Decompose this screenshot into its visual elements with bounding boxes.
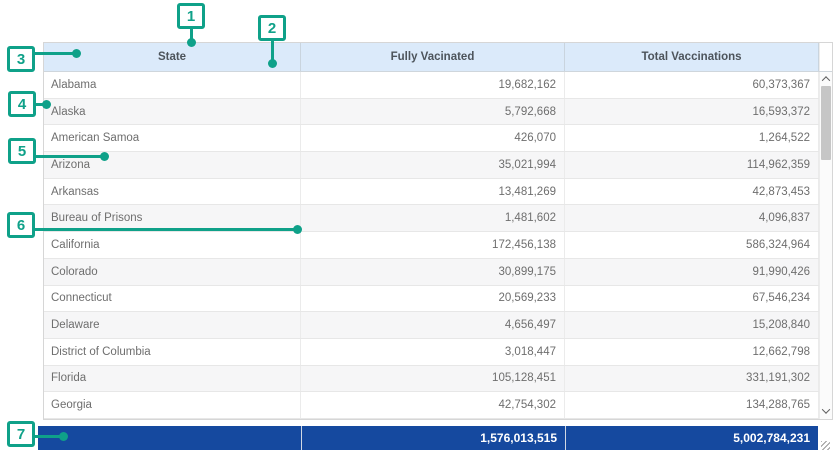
callout-number-badge: 3 (7, 46, 35, 72)
table-row[interactable]: Alabama 19,682,162 60,373,367 (44, 72, 819, 99)
header-scrollbar-spacer (819, 43, 832, 71)
summary-row: 1,576,013,515 5,002,784,231 (38, 426, 818, 450)
cell-total-vaccinations: 1,264,522 (565, 125, 819, 151)
cell-total-vaccinations: 4,096,837 (565, 205, 819, 231)
table-row[interactable]: Georgia 42,754,302 134,288,765 (44, 392, 819, 419)
table-row[interactable]: Alaska 5,792,668 16,593,372 (44, 99, 819, 126)
scrollbar-thumb[interactable] (821, 86, 831, 160)
table-rows: Alabama 19,682,162 60,373,367 Alaska 5,7… (44, 72, 819, 419)
table-row[interactable]: Connecticut 20,569,233 67,546,234 (44, 286, 819, 313)
cell-total-vaccinations: 134,288,765 (565, 392, 819, 418)
callout-number-badge: 6 (7, 212, 35, 238)
callout-dot (72, 49, 81, 58)
cell-total-vaccinations: 67,546,234 (565, 286, 819, 312)
cell-fully-vaccinated: 19,682,162 (301, 72, 565, 98)
table-row[interactable]: Arkansas 13,481,269 42,873,453 (44, 179, 819, 206)
cell-fully-vaccinated: 35,021,994 (301, 152, 565, 178)
cell-fully-vaccinated: 5,792,668 (301, 99, 565, 125)
cell-total-vaccinations: 15,208,840 (565, 312, 819, 338)
scroll-down-arrow-icon[interactable] (820, 404, 832, 418)
cell-state: District of Columbia (44, 339, 301, 365)
column-header-total-vaccinations[interactable]: Total Vaccinations (565, 43, 819, 71)
cell-state: Colorado (44, 259, 301, 285)
cell-total-vaccinations: 114,962,359 (565, 152, 819, 178)
cell-state: Georgia (44, 392, 301, 418)
callout-line (33, 52, 77, 55)
cell-total-vaccinations: 42,873,453 (565, 179, 819, 205)
callout-number-badge: 7 (7, 421, 35, 447)
callout-dot (293, 225, 302, 234)
cell-state: Florida (44, 366, 301, 392)
cell-fully-vaccinated: 105,128,451 (301, 366, 565, 392)
cell-state: American Samoa (44, 125, 301, 151)
callout-number-badge: 4 (8, 91, 36, 117)
table-row[interactable]: Florida 105,128,451 331,191,302 (44, 366, 819, 393)
callout-number-badge: 5 (8, 138, 36, 164)
table-row[interactable]: Delaware 4,656,497 15,208,840 (44, 312, 819, 339)
cell-state: Connecticut (44, 286, 301, 312)
cell-total-vaccinations: 16,593,372 (565, 99, 819, 125)
cell-total-vaccinations: 586,324,964 (565, 232, 819, 258)
cell-fully-vaccinated: 13,481,269 (301, 179, 565, 205)
cell-fully-vaccinated: 20,569,233 (301, 286, 565, 312)
callout-number-badge: 2 (258, 15, 286, 41)
table-body: Alabama 19,682,162 60,373,367 Alaska 5,7… (44, 72, 832, 419)
callout-number-badge: 1 (177, 3, 205, 29)
scroll-up-arrow-icon[interactable] (820, 72, 832, 86)
resize-grip-icon[interactable] (821, 441, 830, 450)
cell-fully-vaccinated: 1,481,602 (301, 205, 565, 231)
callout-dot (42, 100, 51, 109)
cell-fully-vaccinated: 172,456,138 (301, 232, 565, 258)
table-row[interactable]: Arizona 35,021,994 114,962,359 (44, 152, 819, 179)
callout-line (34, 155, 104, 158)
callout-dot (268, 59, 277, 68)
cell-fully-vaccinated: 426,070 (301, 125, 565, 151)
callout-dot (100, 152, 109, 161)
cell-total-vaccinations: 60,373,367 (565, 72, 819, 98)
table-header-row: State Fully Vacinated Total Vaccinations (44, 43, 832, 72)
summary-cell-fully-vaccinated: 1,576,013,515 (301, 426, 565, 450)
screenshot-canvas: State Fully Vacinated Total Vaccinations… (0, 0, 833, 453)
cell-state: Delaware (44, 312, 301, 338)
callout-dot (187, 38, 196, 47)
cell-fully-vaccinated: 3,018,447 (301, 339, 565, 365)
cell-state: Arkansas (44, 179, 301, 205)
cell-total-vaccinations: 331,191,302 (565, 366, 819, 392)
cell-state: Alabama (44, 72, 301, 98)
table-row[interactable]: American Samoa 426,070 1,264,522 (44, 125, 819, 152)
column-header-state[interactable]: State (44, 43, 301, 71)
cell-total-vaccinations: 12,662,798 (565, 339, 819, 365)
cell-state: California (44, 232, 301, 258)
table-row[interactable]: District of Columbia 3,018,447 12,662,79… (44, 339, 819, 366)
cell-state: Alaska (44, 99, 301, 125)
cell-fully-vaccinated: 30,899,175 (301, 259, 565, 285)
summary-cell-total-vaccinations: 5,002,784,231 (565, 426, 818, 450)
table-row[interactable]: California 172,456,138 586,324,964 (44, 232, 819, 259)
callout-line (33, 228, 297, 231)
callout-dot (59, 432, 68, 441)
vaccination-table: State Fully Vacinated Total Vaccinations… (43, 42, 833, 420)
cell-fully-vaccinated: 42,754,302 (301, 392, 565, 418)
cell-total-vaccinations: 91,990,426 (565, 259, 819, 285)
column-header-fully-vaccinated[interactable]: Fully Vacinated (301, 43, 565, 71)
vertical-scrollbar[interactable] (819, 72, 832, 419)
table-row[interactable]: Colorado 30,899,175 91,990,426 (44, 259, 819, 286)
summary-cell-state (38, 426, 301, 450)
cell-fully-vaccinated: 4,656,497 (301, 312, 565, 338)
